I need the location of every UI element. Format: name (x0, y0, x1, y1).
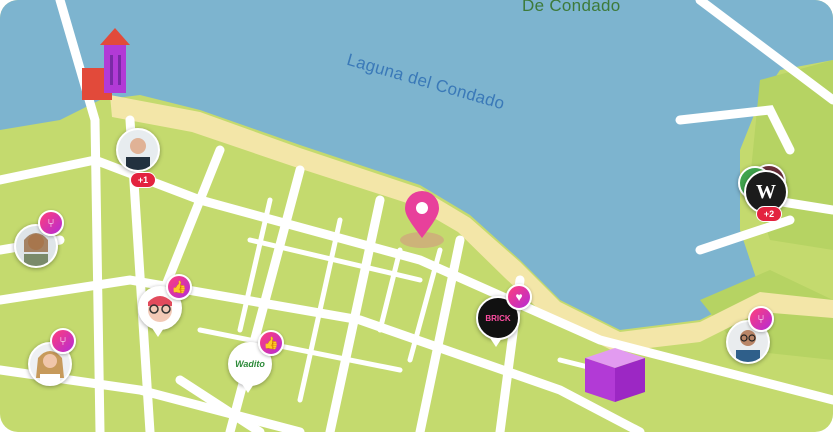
thumbs-up-icon: 👍 (258, 330, 284, 356)
marker-pointer (152, 328, 164, 337)
fork-knife-icon: ⑂ (50, 328, 76, 354)
marker-pointer (490, 338, 502, 347)
fork-knife-icon: ⑂ (38, 210, 64, 236)
person-avatar-icon (118, 130, 158, 170)
fork-knife-icon: ⑂ (748, 306, 774, 332)
count-badge: +1 (130, 172, 156, 188)
thumbs-up-icon: 👍 (166, 274, 192, 300)
count-badge: +2 (756, 206, 782, 222)
district-label: De Condado (522, 0, 621, 15)
treasure-box-icon (585, 348, 645, 402)
marker-pointer (242, 384, 254, 393)
map-canvas[interactable]: Laguna del Condado De Condado +1 ⑂ 👍 ⑂ W… (0, 0, 833, 432)
avatar (116, 128, 160, 172)
map-base (0, 0, 833, 432)
heart-icon: ♥ (506, 284, 532, 310)
